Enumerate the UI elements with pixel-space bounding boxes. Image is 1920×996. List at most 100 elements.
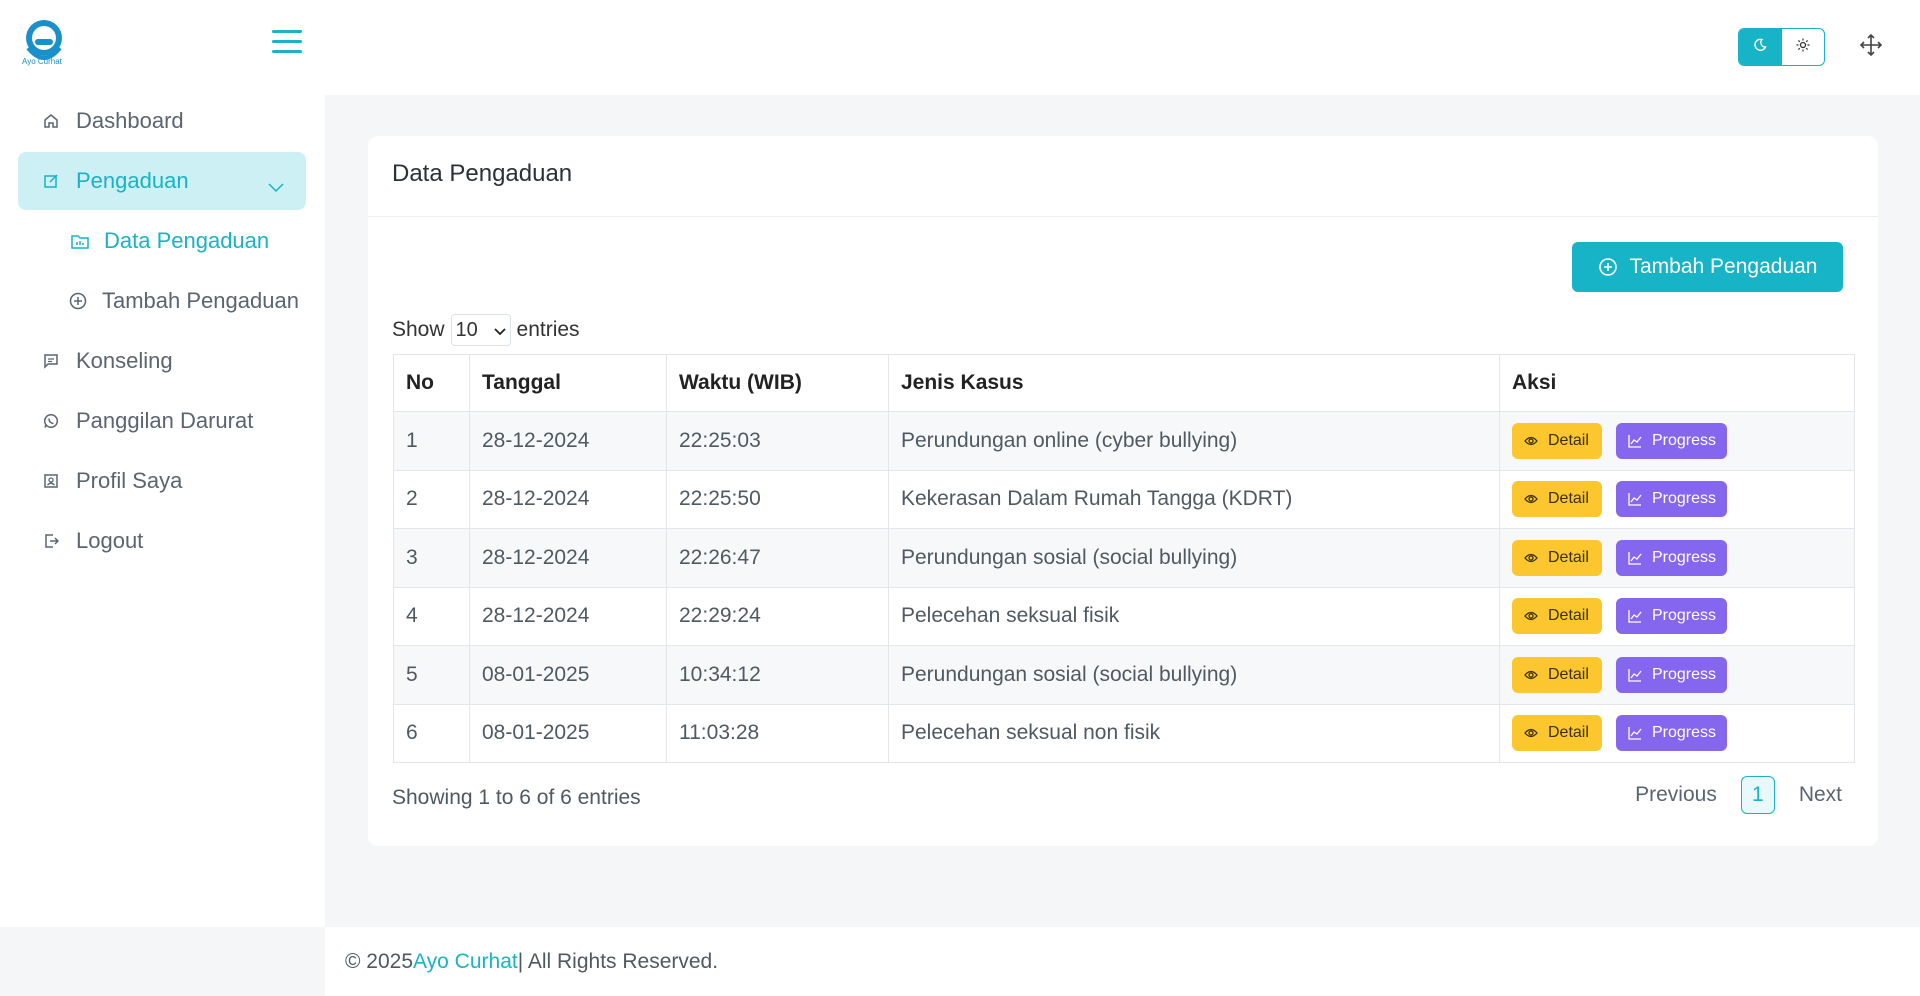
sidebar-item-dashboard[interactable]: Dashboard	[18, 92, 306, 150]
card-divider	[368, 216, 1878, 217]
cell-waktu: 10:34:12	[666, 645, 889, 705]
page-title: Data Pengaduan	[392, 160, 573, 187]
theme-toggle[interactable]	[1738, 28, 1825, 66]
sidebar: Ayo Curhat Dashboard Pengaduan Data Peng…	[0, 0, 325, 927]
hamburger-menu-icon[interactable]	[272, 30, 302, 54]
column-header-waktu[interactable]: Waktu (WIB)	[666, 354, 889, 412]
next-page-button[interactable]: Next	[1799, 783, 1842, 807]
cell-jenis-kasus: Perundungan sosial (social bullying)	[888, 645, 1500, 705]
sidebar-item-label: Panggilan Darurat	[76, 408, 254, 433]
show-label: Show	[392, 318, 445, 341]
sidebar-item-panggilan-darurat[interactable]: Panggilan Darurat	[18, 392, 306, 450]
brand-name: Ayo Curhat	[22, 57, 62, 66]
column-header-no[interactable]: No	[393, 354, 470, 412]
detail-button[interactable]: Detail	[1512, 481, 1602, 518]
progress-button[interactable]: Progress	[1616, 598, 1727, 635]
sidebar-subitem-tambah-pengaduan[interactable]: Tambah Pengaduan	[18, 272, 306, 330]
column-header-jenis-kasus[interactable]: Jenis Kasus	[888, 354, 1500, 412]
footer: © 2025Ayo Curhat| All Rights Reserved.	[325, 927, 1920, 996]
sidebar-subitem-data-pengaduan[interactable]: Data Pengaduan	[18, 212, 306, 270]
plus-circle-icon	[1598, 257, 1618, 277]
cell-aksi: Detail Progress	[1499, 703, 1855, 763]
cell-jenis-kasus: Pelecehan seksual fisik	[888, 586, 1500, 646]
column-header-tanggal[interactable]: Tanggal	[469, 354, 667, 412]
dark-mode-button[interactable]	[1739, 29, 1782, 65]
sidebar-item-logout[interactable]: Logout	[18, 512, 306, 570]
cell-jenis-kasus: Perundungan sosial (social bullying)	[888, 528, 1500, 588]
cell-tanggal: 28-12-2024	[469, 411, 667, 471]
line-chart-icon	[1628, 726, 1642, 740]
cell-no: 5	[393, 645, 470, 705]
column-header-aksi: Aksi	[1499, 354, 1855, 412]
eye-icon	[1524, 435, 1538, 447]
detail-label: Detail	[1548, 431, 1589, 449]
top-bar	[325, 0, 1920, 95]
table-row: 6 08-01-2025 11:03:28 Pelecehan seksual non…	[393, 703, 1855, 763]
detail-button[interactable]: Detail	[1512, 539, 1602, 576]
pengaduan-table: No Tanggal Waktu (WIB) Jenis Kasus Aksi …	[393, 354, 1855, 763]
cell-aksi: Detail Progress	[1499, 469, 1855, 529]
progress-button[interactable]: Progress	[1616, 481, 1727, 518]
footer-brand-link[interactable]: Ayo Curhat	[413, 950, 518, 973]
table-row: 1 28-12-2024 22:25:03 Perundungan online (c…	[393, 411, 1855, 471]
add-pengaduan-button[interactable]: Tambah Pengaduan	[1572, 242, 1843, 292]
cell-jenis-kasus: Perundungan online (cyber bullying)	[888, 411, 1500, 471]
progress-button[interactable]: Progress	[1616, 422, 1727, 459]
page-size-select[interactable]: 10	[450, 314, 511, 346]
cell-tanggal: 08-01-2025	[469, 645, 667, 705]
cell-waktu: 22:25:03	[666, 411, 889, 471]
cell-no: 1	[393, 411, 470, 471]
previous-page-button[interactable]: Previous	[1635, 783, 1717, 807]
progress-label: Progress	[1652, 665, 1717, 683]
detail-button[interactable]: Detail	[1512, 598, 1602, 635]
fullscreen-move-icon[interactable]	[1859, 33, 1883, 57]
sidebar-item-pengaduan[interactable]: Pengaduan	[18, 152, 306, 210]
eye-icon	[1524, 610, 1538, 622]
table-header-row: No Tanggal Waktu (WIB) Jenis Kasus Aksi	[393, 354, 1855, 412]
progress-button[interactable]: Progress	[1616, 715, 1727, 752]
table-info: Showing 1 to 6 of 6 entries	[392, 786, 641, 809]
progress-button[interactable]: Progress	[1616, 539, 1727, 576]
cell-waktu: 22:26:47	[666, 528, 889, 588]
page-1-button[interactable]: 1	[1740, 776, 1775, 814]
plus-circle-icon	[68, 291, 88, 311]
cell-aksi: Detail Progress	[1499, 411, 1855, 471]
line-chart-icon	[1628, 551, 1642, 565]
progress-label: Progress	[1652, 490, 1717, 508]
cell-tanggal: 08-01-2025	[469, 703, 667, 763]
sidebar-subitem-label: Data Pengaduan	[104, 228, 270, 253]
progress-button[interactable]: Progress	[1616, 656, 1727, 693]
sidebar-subitem-label: Tambah Pengaduan	[102, 288, 299, 313]
detail-button[interactable]: Detail	[1512, 422, 1602, 459]
sidebar-item-label: Logout	[76, 528, 144, 553]
edit-square-icon	[42, 172, 60, 190]
detail-label: Detail	[1548, 548, 1589, 566]
sidebar-item-label: Profil Saya	[76, 468, 183, 493]
profile-card-icon	[42, 472, 60, 490]
cell-no: 4	[393, 586, 470, 646]
light-mode-button[interactable]	[1782, 29, 1825, 65]
detail-button[interactable]: Detail	[1512, 715, 1602, 752]
progress-label: Progress	[1652, 431, 1717, 449]
table-row: 5 08-01-2025 10:34:12 Perundungan sosial (s…	[393, 645, 1855, 705]
sun-icon	[1796, 38, 1810, 57]
progress-label: Progress	[1652, 724, 1717, 742]
home-icon	[42, 112, 60, 130]
eye-icon	[1524, 727, 1538, 739]
detail-label: Detail	[1548, 665, 1589, 683]
eye-icon	[1524, 669, 1538, 681]
cell-tanggal: 28-12-2024	[469, 469, 667, 529]
entries-label: entries	[516, 318, 580, 341]
eye-icon	[1524, 552, 1538, 564]
table-row: 2 28-12-2024 22:25:50 Kekerasan Dalam Rumah…	[393, 469, 1855, 529]
cell-no: 6	[393, 703, 470, 763]
sidebar-item-konseling[interactable]: Konseling	[18, 332, 306, 390]
whatsapp-icon	[42, 412, 60, 430]
cell-aksi: Detail Progress	[1499, 528, 1855, 588]
progress-label: Progress	[1652, 548, 1717, 566]
cell-waktu: 22:29:24	[666, 586, 889, 646]
sidebar-item-profil-saya[interactable]: Profil Saya	[18, 452, 306, 510]
detail-button[interactable]: Detail	[1512, 656, 1602, 693]
line-chart-icon	[1628, 609, 1642, 623]
data-pengaduan-card: Data Pengaduan Tambah Pengaduan Show 10 …	[368, 136, 1878, 846]
